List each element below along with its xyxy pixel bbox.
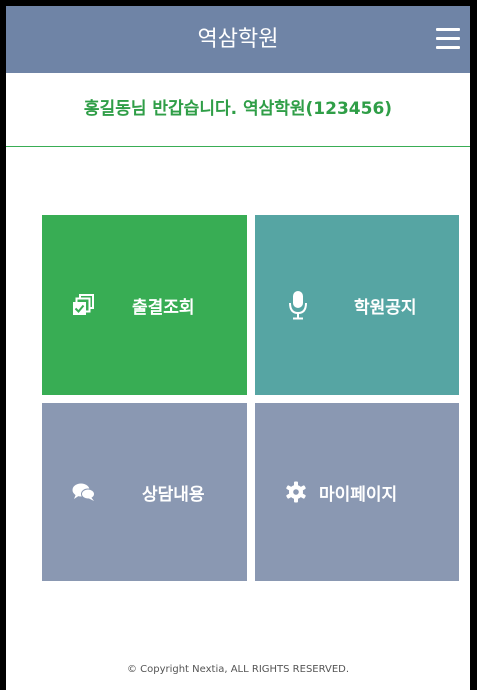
tile-counseling-label: 상담내용 (142, 484, 205, 505)
attendance-icon (72, 215, 94, 395)
chat-bubbles-icon (72, 403, 96, 581)
gear-icon (285, 403, 307, 581)
hamburger-menu-icon[interactable] (436, 28, 460, 50)
tile-notice-label: 학원공지 (354, 297, 417, 318)
top-bar: 역삼학원 (6, 6, 470, 73)
tile-notice[interactable]: 학원공지 (255, 215, 459, 395)
app-screen: 역삼학원 홍길동님 반갑습니다. 역삼학원(123456) 출결조회 학원공지 … (6, 6, 470, 690)
tile-mypage[interactable]: 마이페이지 (255, 403, 459, 581)
app-title: 역삼학원 (197, 27, 279, 52)
greeting-bar: 홍길동님 반갑습니다. 역삼학원(123456) (6, 73, 470, 147)
footer-copyright: © Copyright Nextia, ALL RIGHTS RESERVED. (126, 664, 350, 675)
tile-mypage-label: 마이페이지 (319, 484, 398, 505)
greeting-text: 홍길동님 반갑습니다. 역삼학원(123456) (83, 99, 393, 119)
tile-attendance-label: 출결조회 (132, 297, 195, 318)
microphone-icon (288, 215, 308, 395)
tile-counseling[interactable]: 상담내용 (42, 403, 247, 581)
tile-attendance[interactable]: 출결조회 (42, 215, 247, 395)
